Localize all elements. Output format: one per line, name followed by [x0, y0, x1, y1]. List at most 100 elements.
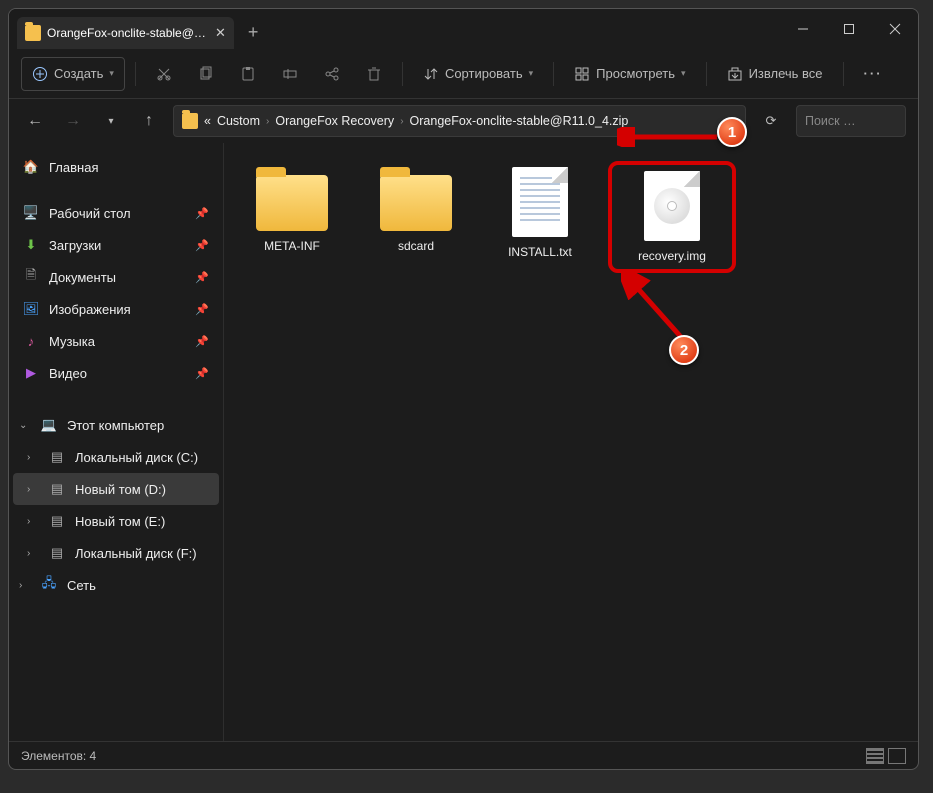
sort-label: Сортировать	[445, 66, 523, 81]
delete-button[interactable]	[356, 57, 392, 91]
breadcrumb-prefix: «	[204, 114, 211, 128]
titlebar: OrangeFox-onclite-stable@R1 ✕ +	[9, 9, 918, 49]
pin-icon: 📌	[195, 367, 209, 380]
item-count: Элементов: 4	[21, 749, 96, 763]
sidebar-label: Этот компьютер	[67, 418, 164, 433]
back-button[interactable]: ←	[21, 112, 49, 130]
desktop-icon: 🖥️	[23, 205, 39, 221]
view-button[interactable]: Просмотреть ▾	[564, 57, 695, 91]
tab-title: OrangeFox-onclite-stable@R1	[47, 26, 207, 40]
drive-icon: ▤	[49, 513, 65, 529]
new-tab-button[interactable]: +	[248, 22, 259, 43]
create-button[interactable]: Создать ▾	[21, 57, 125, 91]
folder-icon	[380, 175, 452, 231]
sidebar-pictures[interactable]: 🖼 Изображения 📌	[13, 293, 219, 325]
sidebar: 🏠 Главная 🖥️ Рабочий стол 📌 ⬇ Загрузки 📌…	[9, 143, 224, 741]
sort-button[interactable]: Сортировать ▾	[413, 57, 543, 91]
pin-icon: 📌	[195, 303, 209, 316]
expand-icon[interactable]: ›	[27, 452, 30, 463]
file-item-text[interactable]: INSTALL.txt	[484, 161, 596, 265]
search-input[interactable]: Поиск …	[796, 105, 906, 137]
forward-button[interactable]: →	[59, 112, 87, 130]
sidebar-label: Новый том (E:)	[75, 514, 165, 529]
rename-button[interactable]	[272, 57, 308, 91]
sidebar-drive-c[interactable]: › ▤ Локальный диск (C:)	[13, 441, 219, 473]
pin-icon: 📌	[195, 239, 209, 252]
navbar: ← → ▾ ↑ « Custom › OrangeFox Recovery › …	[9, 99, 918, 143]
sidebar-videos[interactable]: ▶ Видео 📌	[13, 357, 219, 389]
music-icon: ♪	[23, 333, 39, 349]
chevron-down-icon: ▾	[529, 68, 534, 79]
sidebar-this-pc[interactable]: ⌄ 💻 Этот компьютер	[13, 409, 219, 441]
file-item-folder[interactable]: sdcard	[360, 161, 472, 259]
sidebar-label: Новый том (D:)	[75, 482, 166, 497]
details-view-button[interactable]	[866, 748, 884, 764]
up-button[interactable]: ↑	[135, 112, 163, 130]
sidebar-label: Локальный диск (C:)	[75, 450, 198, 465]
drive-icon: ▤	[49, 481, 65, 497]
more-button[interactable]: ···	[854, 57, 893, 91]
annotation-callout-1: 1	[717, 117, 747, 147]
chevron-down-icon: ▾	[109, 68, 114, 79]
file-grid[interactable]: META-INF sdcard INSTALL.txt recovery.img	[224, 143, 918, 741]
chevron-down-icon: ▾	[681, 68, 686, 79]
chevron-right-icon: ›	[400, 116, 403, 127]
refresh-button[interactable]: ⟳	[756, 113, 786, 129]
address-bar[interactable]: « Custom › OrangeFox Recovery › OrangeFo…	[173, 105, 746, 137]
close-button[interactable]	[872, 9, 918, 49]
expand-icon[interactable]: ›	[27, 548, 30, 559]
pin-icon: 📌	[195, 271, 209, 284]
sidebar-label: Локальный диск (F:)	[75, 546, 197, 561]
file-item-image[interactable]: recovery.img	[616, 169, 728, 265]
expand-icon[interactable]: ›	[27, 484, 30, 495]
minimize-button[interactable]	[780, 9, 826, 49]
paste-button[interactable]	[230, 57, 266, 91]
sidebar-documents[interactable]: 🗎 Документы 📌	[13, 261, 219, 293]
sidebar-label: Видео	[49, 366, 87, 381]
cut-button[interactable]	[146, 57, 182, 91]
sidebar-network[interactable]: › 🖧 Сеть	[13, 569, 219, 601]
expand-icon[interactable]: ›	[19, 580, 22, 591]
extract-label: Извлечь все	[749, 66, 823, 81]
sidebar-label: Рабочий стол	[49, 206, 131, 221]
maximize-button[interactable]	[826, 9, 872, 49]
sidebar-drive-d[interactable]: › ▤ Новый том (D:)	[13, 473, 219, 505]
sidebar-home[interactable]: 🏠 Главная	[13, 151, 219, 183]
folder-icon	[25, 25, 41, 41]
icons-view-button[interactable]	[888, 748, 906, 764]
file-name: sdcard	[398, 239, 434, 253]
sidebar-label: Изображения	[49, 302, 131, 317]
breadcrumb-item[interactable]: OrangeFox Recovery	[275, 114, 394, 128]
breadcrumb-item[interactable]: Custom	[217, 114, 260, 128]
downloads-icon: ⬇	[23, 237, 39, 253]
chevron-right-icon: ›	[266, 116, 269, 127]
expand-icon[interactable]: ›	[27, 516, 30, 527]
sidebar-label: Музыка	[49, 334, 95, 349]
file-item-folder[interactable]: META-INF	[236, 161, 348, 259]
disk-image-icon	[644, 171, 700, 241]
folder-icon	[182, 113, 198, 129]
documents-icon: 🗎	[23, 269, 39, 285]
breadcrumb-item[interactable]: OrangeFox-onclite-stable@R11.0_4.zip	[410, 114, 629, 128]
create-label: Создать	[54, 66, 103, 81]
collapse-icon[interactable]: ⌄	[19, 420, 27, 431]
sidebar-music[interactable]: ♪ Музыка 📌	[13, 325, 219, 357]
share-button[interactable]	[314, 57, 350, 91]
drive-icon: ▤	[49, 449, 65, 465]
file-name: recovery.img	[638, 249, 706, 263]
sidebar-drive-e[interactable]: › ▤ Новый том (E:)	[13, 505, 219, 537]
status-bar: Элементов: 4	[9, 741, 918, 769]
extract-all-button[interactable]: Извлечь все	[717, 57, 833, 91]
copy-button[interactable]	[188, 57, 224, 91]
pin-icon: 📌	[195, 335, 209, 348]
sidebar-desktop[interactable]: 🖥️ Рабочий стол 📌	[13, 197, 219, 229]
sidebar-downloads[interactable]: ⬇ Загрузки 📌	[13, 229, 219, 261]
active-tab[interactable]: OrangeFox-onclite-stable@R1 ✕	[17, 17, 234, 49]
close-tab-icon[interactable]: ✕	[215, 25, 226, 41]
sidebar-label: Загрузки	[49, 238, 101, 253]
file-name: INSTALL.txt	[508, 245, 572, 259]
sidebar-drive-f[interactable]: › ▤ Локальный диск (F:)	[13, 537, 219, 569]
videos-icon: ▶	[23, 365, 39, 381]
network-icon: 🖧	[41, 577, 57, 593]
recent-button[interactable]: ▾	[97, 116, 125, 127]
